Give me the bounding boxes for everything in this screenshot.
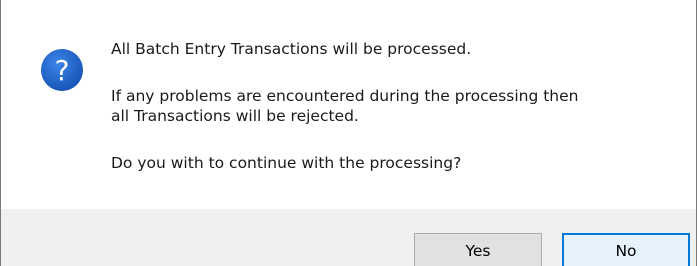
no-button[interactable]: No [562,233,690,266]
yes-button[interactable]: Yes [414,233,542,266]
dialog-content: ? All Batch Entry Transactions will be p… [1,0,696,209]
svg-text:?: ? [55,54,70,87]
message-line-question: Do you with to continue with the process… [111,154,462,172]
dialog-button-bar: Yes No [1,209,696,266]
message-dialog: ? All Batch Entry Transactions will be p… [0,0,697,266]
message-line-processed: All Batch Entry Transactions will be pro… [111,40,472,58]
message-line-problems: If any problems are encountered during t… [111,87,579,125]
question-icon: ? [40,48,84,92]
